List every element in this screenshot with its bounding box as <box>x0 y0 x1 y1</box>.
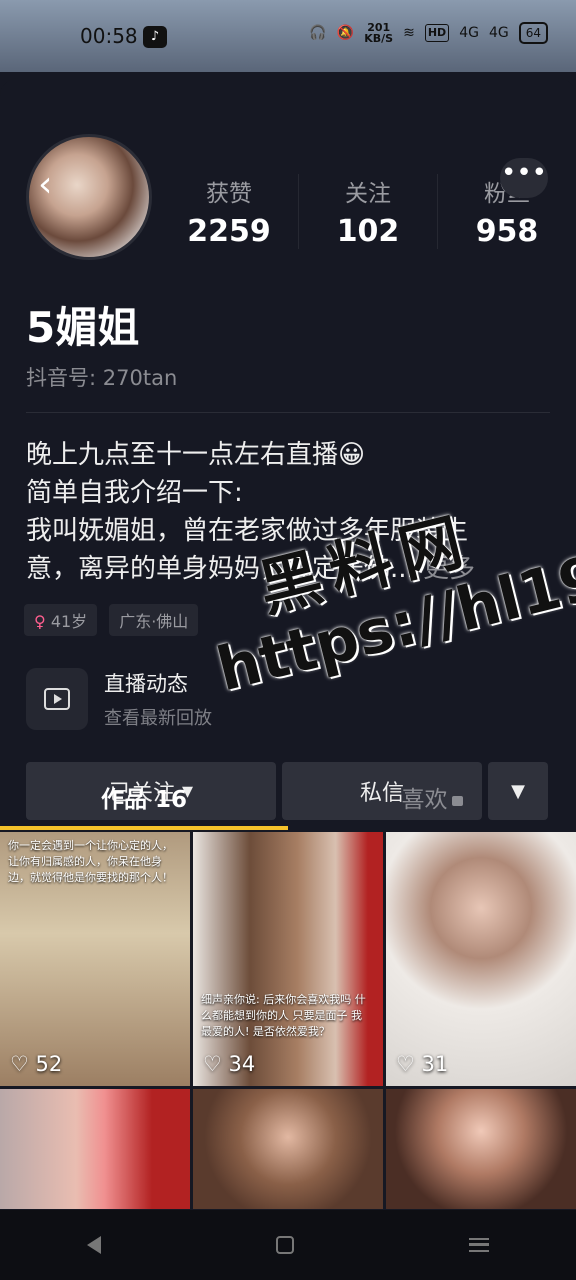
tv-play-icon <box>26 668 88 730</box>
more-dots-icon[interactable]: ••• <box>500 158 548 198</box>
status-icons: 🎧 🔕 201 KB/S ≋ HD 4G 4G 64 <box>309 22 548 44</box>
live-subtitle: 查看最新回放 <box>104 708 212 729</box>
content-tabs: 作品 16 喜欢 <box>0 772 576 830</box>
live-updates-entry[interactable]: 直播动态 查看最新回放 <box>26 668 212 730</box>
profile-handle: 抖音号: 270tan <box>26 362 177 392</box>
nav-home-icon[interactable] <box>275 1236 294 1254</box>
lock-icon <box>451 795 463 806</box>
bio-line: 我叫妩媚姐，曾在老家做过多年服装生 <box>26 516 469 546</box>
profile-tags: ♀ 41岁 广东·佛山 <box>24 604 199 636</box>
tab-likes[interactable]: 喜欢 <box>288 772 576 830</box>
profile-name: 5媚姐 <box>26 303 140 352</box>
bio-line-last: 意，离异的单身妈妈，现定居佛... 更多 <box>26 550 556 588</box>
live-title: 直播动态 <box>104 672 188 696</box>
stat-following[interactable]: 关注 102 <box>299 174 438 249</box>
like-value: 31 <box>421 1052 449 1076</box>
bio-line: 意，离异的单身妈妈，现定居佛... <box>26 554 415 584</box>
like-value: 52 <box>35 1052 63 1076</box>
like-count: ♡ 34 <box>203 1052 256 1076</box>
video-thumbnail[interactable] <box>0 1089 190 1209</box>
system-nav-bar <box>0 1210 576 1280</box>
stat-label: 获赞 <box>206 181 252 207</box>
bio-more-link[interactable]: 更多 <box>415 554 475 584</box>
video-grid: 你一定会遇到一个让你心定的人，让你有归属感的人，你呆在他身边，就觉得他是你要找的… <box>0 832 576 1209</box>
female-icon: ♀ <box>34 612 46 631</box>
video-caption: 细声亲你说: 后来你会喜欢我吗 什么都能想到你的人 只要是面子 我 最爱的人! … <box>201 993 366 1038</box>
video-thumbnail[interactable]: 细声亲你说: 后来你会喜欢我吗 什么都能想到你的人 只要是面子 我 最爱的人! … <box>193 832 383 1086</box>
stat-label: 关注 <box>345 181 391 207</box>
age-tag: ♀ 41岁 <box>24 604 98 636</box>
stat-value: 958 <box>475 214 539 249</box>
like-count: ♡ 52 <box>10 1052 63 1076</box>
chevron-left-icon[interactable]: ‹ <box>38 164 52 205</box>
handle-label: 抖音号: <box>26 366 103 390</box>
network-speed: 201 KB/S <box>364 21 394 45</box>
status-bar: 00:58 ♪ 🎧 🔕 201 KB/S ≋ HD 4G 4G 64 <box>0 0 576 72</box>
video-caption: 你一定会遇到一个让你心定的人，让你有归属感的人，你呆在他身边，就觉得他是你要找的… <box>8 839 173 884</box>
hd-icon: HD <box>424 24 450 42</box>
handle-value: 270tan <box>102 366 178 390</box>
bio-line: 晚上九点至十一点左右直播😀 <box>26 440 366 470</box>
signal-icon-1: 4G <box>459 25 479 41</box>
location-tag: 广东·佛山 <box>109 604 199 636</box>
video-thumbnail[interactable] <box>386 1089 576 1209</box>
age-value: 41岁 <box>50 612 88 631</box>
signal-icon-2: 4G <box>488 25 509 41</box>
tiktok-notification-icon: ♪ <box>143 26 167 48</box>
stat-value: 102 <box>336 214 400 249</box>
battery-icon: 64 <box>518 22 548 44</box>
stat-likes[interactable]: 获赞 2259 <box>160 174 299 249</box>
profile-bio[interactable]: 晚上九点至十一点左右直播😀 简单自我介绍一下: 我叫妩媚姐，曾在老家做过多年服装… <box>26 436 556 588</box>
stat-value: 2259 <box>187 214 271 249</box>
nav-menu-icon[interactable] <box>468 1238 489 1252</box>
status-time: 00:58 <box>80 24 138 48</box>
wifi-icon: ≋ <box>403 25 415 41</box>
video-thumbnail[interactable] <box>193 1089 383 1209</box>
like-count: ♡ 31 <box>396 1052 449 1076</box>
tab-works[interactable]: 作品 16 <box>0 772 288 830</box>
headphones-icon: 🎧 <box>309 25 327 41</box>
nav-back-icon[interactable] <box>87 1236 102 1254</box>
divider <box>26 412 550 413</box>
like-value: 34 <box>228 1052 256 1076</box>
video-thumbnail[interactable]: ♡ 31 <box>386 832 576 1086</box>
bio-line: 简单自我介绍一下: <box>26 478 243 508</box>
video-thumbnail[interactable]: 你一定会遇到一个让你心定的人，让你有归属感的人，你呆在他身边，就觉得他是你要找的… <box>0 832 190 1086</box>
tab-likes-label: 喜欢 <box>401 787 448 813</box>
mute-icon: 🔕 <box>336 25 355 41</box>
